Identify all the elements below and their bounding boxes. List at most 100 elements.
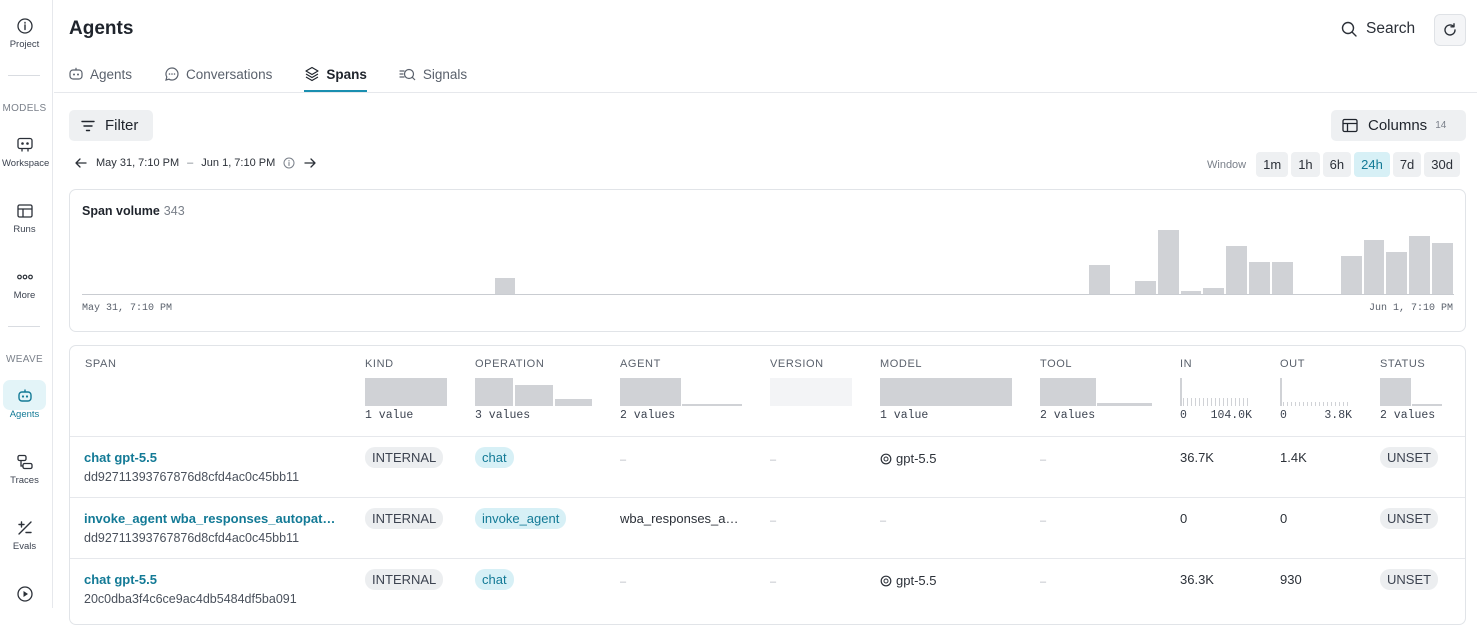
status-badge: UNSET bbox=[1380, 447, 1439, 468]
window-option-1h[interactable]: 1h bbox=[1291, 152, 1320, 177]
span-name[interactable]: chat gpt-5.5 bbox=[84, 450, 157, 465]
chart-bar[interactable] bbox=[1409, 236, 1431, 294]
version-value: – bbox=[770, 576, 777, 588]
sidebar-item-runs[interactable]: Runs bbox=[2, 202, 47, 235]
col-header-kind[interactable]: KIND bbox=[365, 358, 394, 370]
col-header-operation[interactable]: OPERATION bbox=[475, 358, 544, 370]
tool-value: – bbox=[1040, 515, 1047, 527]
sidebar-item-workspace[interactable]: Workspace bbox=[2, 136, 49, 169]
operation-badge: chat bbox=[475, 447, 514, 468]
sidebar-item-playground[interactable] bbox=[2, 585, 47, 607]
col-header-out[interactable]: OUT bbox=[1280, 358, 1305, 370]
header-divider bbox=[70, 436, 1465, 437]
date-start[interactable]: May 31, 7:10 PM bbox=[96, 157, 179, 169]
in-distribution-bar bbox=[1183, 398, 1251, 406]
tab-spans[interactable]: Spans bbox=[304, 56, 367, 92]
window-option-6h[interactable]: 6h bbox=[1322, 152, 1352, 177]
chart-bar[interactable] bbox=[1134, 281, 1156, 294]
refresh-icon bbox=[1444, 23, 1456, 36]
search-button[interactable]: Search bbox=[1340, 20, 1415, 38]
chat-bubble-icon bbox=[165, 67, 179, 81]
agent-summary: 2 values bbox=[620, 409, 676, 422]
col-header-version[interactable]: VERSION bbox=[770, 358, 824, 370]
chart-bar[interactable] bbox=[1386, 252, 1408, 294]
tool-summary: 2 values bbox=[1040, 409, 1096, 422]
sidebar-item-label: Traces bbox=[10, 475, 39, 486]
chart-bar[interactable] bbox=[1226, 246, 1248, 294]
columns-button[interactable]: Columns 14 bbox=[1331, 110, 1466, 141]
col-header-tool[interactable]: TOOL bbox=[1040, 358, 1072, 370]
row-divider bbox=[70, 497, 1465, 498]
sidebar-item-label: Evals bbox=[12, 541, 37, 552]
layers-icon bbox=[305, 66, 319, 82]
sidebar-item-agents[interactable]: Agents bbox=[2, 387, 47, 420]
play-icon bbox=[16, 586, 33, 602]
window-option-7d[interactable]: 7d bbox=[1392, 152, 1422, 177]
sidebar-item-label: Project bbox=[9, 39, 40, 50]
tab-conversations[interactable]: Conversations bbox=[164, 56, 272, 92]
span-name[interactable]: chat gpt-5.5 bbox=[84, 572, 157, 587]
chart-bar[interactable] bbox=[1089, 265, 1110, 294]
sidebar-item-traces[interactable]: Traces bbox=[2, 453, 47, 486]
version-value: – bbox=[770, 515, 777, 527]
sidebar-item-project[interactable]: Project bbox=[2, 17, 47, 50]
tab-divider bbox=[54, 92, 1477, 93]
col-header-status[interactable]: STATUS bbox=[1380, 358, 1425, 370]
tab-signals[interactable]: Signals bbox=[399, 56, 467, 92]
col-header-in[interactable]: IN bbox=[1180, 358, 1192, 370]
chart-bar[interactable] bbox=[1249, 262, 1271, 294]
date-separator: – bbox=[187, 157, 194, 169]
kind-summary: 1 value bbox=[365, 409, 414, 422]
kind-badge: INTERNAL bbox=[365, 508, 444, 529]
agent-value: wba_responses_a… bbox=[620, 511, 739, 526]
sidebar-item-label: More bbox=[13, 290, 36, 301]
sidebar-section-models: MODELS bbox=[2, 103, 47, 114]
window-option-1m[interactable]: 1m bbox=[1256, 152, 1289, 177]
chart-bar[interactable] bbox=[1272, 262, 1293, 294]
version-distribution-bar bbox=[770, 378, 852, 406]
date-end[interactable]: Jun 1, 7:10 PM bbox=[201, 157, 275, 169]
chart-bar[interactable] bbox=[1432, 242, 1453, 294]
columns-icon bbox=[1342, 118, 1358, 133]
chart-title: Span volume 343 bbox=[82, 204, 185, 218]
kind-distribution-bar bbox=[365, 378, 447, 406]
search-icon bbox=[1341, 21, 1357, 37]
chart-bar[interactable] bbox=[1340, 255, 1362, 294]
info-icon bbox=[16, 18, 33, 34]
left-sidebar: Project MODELS Workspace Runs More WEAVE… bbox=[0, 0, 53, 608]
refresh-button[interactable] bbox=[1434, 14, 1466, 46]
chart-axis bbox=[82, 294, 1454, 295]
arrow-left-icon[interactable] bbox=[74, 156, 88, 170]
signals-icon bbox=[399, 68, 416, 81]
chart-bar[interactable] bbox=[1363, 239, 1385, 294]
tab-label: Spans bbox=[326, 66, 367, 82]
sidebar-item-more[interactable]: More bbox=[2, 268, 47, 301]
operation-distribution-bar bbox=[515, 385, 553, 406]
in-value: 36.7K bbox=[1180, 450, 1214, 465]
arrow-right-icon[interactable] bbox=[303, 156, 317, 170]
sidebar-item-evals[interactable]: Evals bbox=[2, 519, 47, 552]
in-min: 0 bbox=[1180, 409, 1187, 422]
span-name[interactable]: invoke_agent wba_responses_autopat… bbox=[84, 511, 335, 526]
col-header-model[interactable]: MODEL bbox=[880, 358, 922, 370]
more-icon bbox=[16, 274, 33, 280]
tab-agents[interactable]: Agents bbox=[68, 56, 132, 92]
filter-button[interactable]: Filter bbox=[69, 110, 153, 141]
operation-summary: 3 values bbox=[475, 409, 531, 422]
page-title: Agents bbox=[69, 18, 134, 39]
span-id: dd92711393767876d8cfd4ac0c45bb11 bbox=[84, 470, 300, 484]
chart-bar[interactable] bbox=[494, 278, 516, 294]
window-option-30d[interactable]: 30d bbox=[1424, 152, 1460, 177]
chart-bar[interactable] bbox=[1157, 230, 1179, 294]
span-id: 20c0dba3f4c6ce9ac4db5484df5ba091 bbox=[84, 592, 297, 606]
col-header-agent[interactable]: AGENT bbox=[620, 358, 661, 370]
in-max: 104.0K bbox=[1210, 409, 1252, 422]
agent-value: – bbox=[620, 576, 627, 588]
window-option-24h[interactable]: 24h bbox=[1354, 152, 1390, 177]
model-distribution-bar bbox=[880, 378, 1012, 406]
model-cell: gpt-5.5 bbox=[880, 573, 936, 588]
model-summary: 1 value bbox=[880, 409, 929, 422]
out-value: 1.4K bbox=[1280, 450, 1307, 465]
col-header-span[interactable]: SPAN bbox=[85, 358, 117, 370]
chart-title-text: Span volume bbox=[82, 204, 160, 218]
